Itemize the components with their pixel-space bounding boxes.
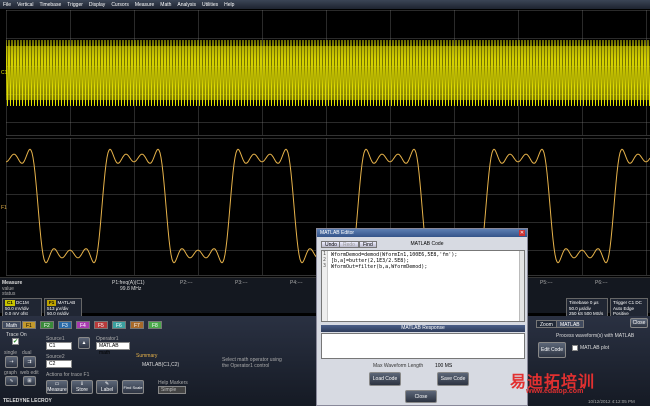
redo-button[interactable]: Redo (339, 241, 359, 248)
store-button-label: Store (76, 387, 88, 393)
c1-vdiv: 50.0 mV/div (5, 305, 29, 311)
code-header: MATLAB Code (410, 241, 444, 247)
single-mode-button[interactable]: ⇢ (5, 356, 18, 368)
find-button[interactable]: Find (359, 241, 377, 248)
matlab-icon: ▲ (81, 340, 87, 346)
matlab-plot-label: MATLAB plot (580, 345, 610, 351)
f1-vdiv: 513 µV/div (47, 305, 69, 311)
trigger-label: Trigger (613, 300, 628, 305)
tab-matlab[interactable]: MATLAB (556, 320, 584, 328)
f1-marker: F1 (1, 205, 7, 211)
timebase-value: 0 µs (589, 300, 599, 305)
c1-descriptor-tag: DC1M (16, 300, 29, 305)
web-edit-button[interactable]: ⊞ (23, 376, 36, 386)
code-line: WformOut=filter(b,a,WformDemod); (331, 264, 428, 270)
load-code-button[interactable]: Load Code (369, 372, 401, 386)
timestamp: 10/12/2012 4:12:05 PM (588, 399, 635, 404)
menu-math[interactable]: Math (160, 2, 171, 8)
max-length-value: 100 MS (435, 363, 453, 369)
close-icon[interactable]: ✕ (519, 230, 525, 236)
timebase-tdiv: 50.0 µs/div (569, 305, 591, 311)
menu-analysis[interactable]: Analysis (177, 2, 196, 8)
c1-marker: C1 (1, 70, 8, 76)
menu-cursors[interactable]: Cursors (111, 2, 129, 8)
tab-f7[interactable]: F7 (130, 321, 144, 329)
watermark-url: www.edatop.com (526, 388, 584, 395)
f1-descriptor-tag: MATLAB (57, 300, 76, 305)
summary-label: Summary (136, 353, 158, 359)
label-button[interactable]: ✎ Label (96, 380, 118, 394)
tab-f3[interactable]: F3 (58, 321, 72, 329)
matlab-editor-window: MATLAB Editor ✕ Undo Redo Find MATLAB Co… (316, 228, 528, 406)
p6-header[interactable]: P6:--- (595, 280, 608, 286)
p5-header[interactable]: P5:--- (540, 280, 553, 286)
trigger-type: Edge (623, 305, 635, 311)
menu-measure[interactable]: Measure (135, 2, 154, 8)
line-numbers: 123 (322, 251, 328, 321)
web-edit-icon: ⊞ (27, 378, 32, 384)
graph-mode-button[interactable]: ∿ (5, 376, 18, 386)
summary-value: MATLAB(C1,C2) (142, 362, 180, 368)
dual-mode-button[interactable]: ⇉ (23, 356, 36, 368)
process-label: Process waveform(s) with MATLAB (556, 333, 635, 339)
menu-trigger[interactable]: Trigger (67, 2, 83, 8)
menu-utilities[interactable]: Utilities (202, 2, 218, 8)
c1-waveform (6, 40, 650, 106)
operator-field[interactable]: MATLAB math (96, 342, 130, 356)
close-dialog-button[interactable]: Close (630, 318, 648, 328)
label-button-label: Label (100, 387, 114, 393)
close-editor-button[interactable]: Close (405, 390, 437, 403)
p1-value: 99.8 MHz (120, 286, 142, 292)
actions-label: Actions for trace F1 (46, 372, 90, 378)
matlab-plot-checkbox[interactable] (572, 345, 578, 351)
code-editor[interactable]: 123 WformDemod=demod(WformIn1,100E6,5E8,… (321, 250, 525, 322)
tab-f4[interactable]: F4 (76, 321, 90, 329)
tab-zoom[interactable]: Zoom (536, 320, 557, 328)
single-mode-icon: ⇢ (9, 359, 14, 365)
graph-icon: ∿ (9, 378, 14, 384)
menu-file[interactable]: File (3, 2, 11, 8)
measure-button[interactable]: ▭ Measure (46, 380, 68, 394)
operator-hint: Select math operator using the Operator1… (222, 357, 282, 369)
brand-logo: TELEDYNE LECROY (3, 398, 52, 404)
find-scale-button[interactable]: Find Scale (122, 380, 144, 394)
undo-button[interactable]: Undo (321, 241, 341, 248)
operator-icon-button[interactable]: ▲ (78, 337, 90, 349)
measure-button-label: Measure (47, 387, 67, 393)
editor-title: MATLAB Editor (317, 229, 527, 237)
tab-math[interactable]: Math (2, 321, 22, 329)
response-area (321, 333, 525, 359)
max-length-label: Max Waveform Length (373, 363, 424, 369)
p3-header[interactable]: P3:--- (235, 280, 248, 286)
menu-bar: File Vertical Timebase Trigger Display C… (0, 0, 650, 9)
p2-header[interactable]: P2:--- (180, 280, 193, 286)
tab-f2[interactable]: F2 (40, 321, 54, 329)
trace-on-checkbox[interactable]: ✔ (12, 338, 19, 345)
menu-timebase[interactable]: Timebase (39, 2, 61, 8)
timebase-label: Timebase (569, 300, 589, 305)
trigger-mode: Auto (613, 305, 623, 311)
dual-mode-icon: ⇉ (27, 359, 32, 365)
tab-f5[interactable]: F5 (94, 321, 108, 329)
p4-header[interactable]: P4:--- (290, 280, 303, 286)
response-header: MATLAB Response (321, 325, 525, 332)
code-scrollbar[interactable] (519, 251, 524, 321)
trigger-value: C1 DC (628, 300, 642, 305)
tab-f8[interactable]: F8 (148, 321, 162, 329)
status-label: status (2, 291, 16, 297)
tab-f6[interactable]: F6 (112, 321, 126, 329)
source1-field[interactable]: C1 (46, 342, 72, 350)
edit-code-button[interactable]: Edit Code (538, 342, 566, 358)
menu-vertical[interactable]: Vertical (17, 2, 33, 8)
source2-field[interactable]: C2 (46, 360, 72, 368)
menu-help[interactable]: Help (224, 2, 234, 8)
store-button[interactable]: ⇓ Store (71, 380, 93, 394)
help-markers-field[interactable]: Simple (158, 386, 186, 394)
save-code-button[interactable]: Save Code (437, 372, 469, 386)
menu-display[interactable]: Display (89, 2, 105, 8)
tab-f1[interactable]: F1 (22, 321, 36, 329)
waveform-grid-top[interactable] (6, 10, 650, 136)
